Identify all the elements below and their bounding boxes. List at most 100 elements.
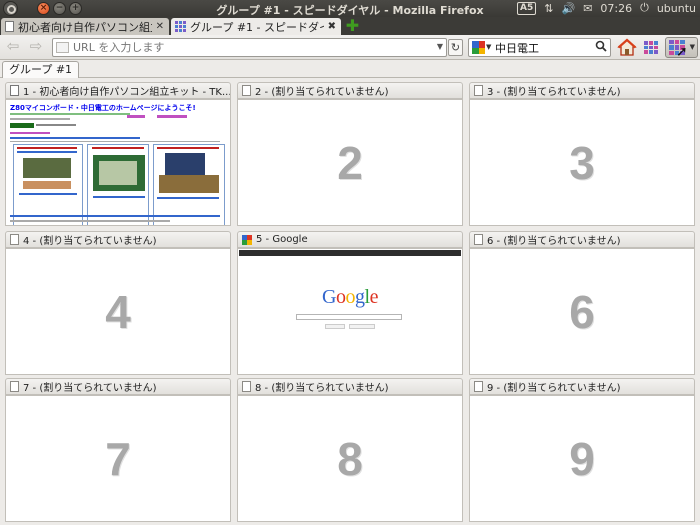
site-identity-icon[interactable] <box>56 42 69 53</box>
google-logo-letter: o <box>345 286 356 308</box>
page-icon <box>10 234 19 245</box>
window-close-button[interactable]: × <box>37 2 50 15</box>
dial-cell-number: 6 <box>569 285 595 338</box>
page-icon <box>242 85 251 96</box>
search-input[interactable] <box>495 40 595 55</box>
thumb-photo <box>23 158 71 178</box>
search-engine-icon[interactable] <box>472 41 485 54</box>
dial-cell-thumbnail[interactable]: 8 <box>237 395 463 522</box>
google-logo-letter: g <box>355 286 365 308</box>
thumb-photo <box>165 153 205 175</box>
tab-close-icon[interactable]: ✕ <box>156 21 164 32</box>
network-icon[interactable]: ⇅ <box>544 2 553 15</box>
back-button[interactable]: ⇦ <box>4 38 22 56</box>
forward-button[interactable]: ⇨ <box>27 38 45 56</box>
dial-cell-7[interactable]: 7 - (割り当てられていません) 7 <box>5 378 231 524</box>
user-name[interactable]: ubuntu <box>657 2 696 15</box>
dial-cell-thumbnail[interactable]: 6 <box>469 248 695 375</box>
mail-icon[interactable]: ✉ <box>583 2 592 15</box>
tab-kit-page[interactable]: 初心者向け自作パソコン組立キ ✕ <box>1 18 169 35</box>
dial-cell-8[interactable]: 8 - (割り当てられていません) 8 <box>237 378 463 524</box>
volume-icon[interactable]: 🔊 <box>561 2 575 15</box>
dial-cell-number: 7 <box>105 432 131 485</box>
dial-cell-title: 1 - 初心者向け自作パソコン組立キット - TK... <box>23 87 231 98</box>
dial-cell-number: 2 <box>337 136 363 189</box>
search-engine-dropdown-icon[interactable]: ▼ <box>486 43 491 51</box>
search-bar[interactable]: ▼ <box>468 38 611 57</box>
title-bar: × − + グループ #1 - スピードダイヤル - Mozilla Firef… <box>0 0 700 17</box>
url-input[interactable] <box>73 40 428 55</box>
home-icon[interactable] <box>617 38 637 57</box>
tab-close-icon[interactable]: ✖ <box>328 21 336 32</box>
window-maximize-button[interactable]: + <box>69 2 82 15</box>
page-icon <box>474 381 483 392</box>
site-thumbnail-heading: Z80マイコンボード・中日電工のホームページにようこそ! <box>10 104 196 112</box>
thumb-line <box>10 118 70 120</box>
dial-cell-title: 5 - Google <box>256 234 308 245</box>
dial-cell-title: 2 - (割り当てられていません) <box>255 87 389 98</box>
thumb-line <box>157 115 187 118</box>
speed-dial-toolbar-icon[interactable] <box>642 39 660 56</box>
google-logo-letter: e <box>369 286 379 308</box>
speed-dial-icon <box>175 21 186 32</box>
group-tab-1[interactable]: グループ #1 <box>2 61 80 78</box>
tab-label: グループ #1 - スピードダイヤル <box>190 20 324 34</box>
dial-cell-1[interactable]: 1 - 初心者向け自作パソコン組立キット - TK... Z80マイコンボード・… <box>5 82 231 228</box>
page-icon <box>474 234 483 245</box>
thumb-line <box>157 147 219 149</box>
dial-cell-6[interactable]: 6 - (割り当てられていません) 6 <box>469 231 695 377</box>
mouse-pointer-icon: ➚ <box>676 44 688 60</box>
dial-cell-header: 5 - Google <box>237 231 463 248</box>
dial-cell-thumbnail[interactable]: 2 <box>237 99 463 226</box>
chevron-down-icon[interactable]: ▼ <box>690 43 695 51</box>
dial-cell-thumbnail[interactable]: 4 <box>5 248 231 375</box>
dial-cell-thumbnail[interactable]: Google <box>237 248 463 375</box>
dial-cell-header: 7 - (割り当てられていません) <box>5 378 231 395</box>
window-controls: × − + <box>37 2 82 15</box>
google-logo-letter: o <box>336 286 346 308</box>
thumb-line <box>10 113 130 115</box>
clock[interactable]: 07:26 <box>600 2 632 15</box>
thumb-line <box>92 147 144 149</box>
url-history-dropdown-icon[interactable]: ▼ <box>437 42 443 51</box>
thumb-line <box>17 147 77 149</box>
thumb-line <box>157 197 219 199</box>
dial-cell-thumbnail[interactable]: 3 <box>469 99 695 226</box>
dial-cell-5[interactable]: 5 - Google Google <box>237 231 463 377</box>
thumb-line <box>10 220 170 222</box>
ubuntu-logo-icon[interactable] <box>3 1 18 16</box>
dial-cell-thumbnail[interactable]: Z80マイコンボード・中日電工のホームページにようこそ! <box>5 99 231 226</box>
dial-cell-number: 4 <box>105 285 131 338</box>
input-method-indicator[interactable]: A5 <box>517 1 537 15</box>
dial-cell-title: 8 - (割り当てられていません) <box>255 383 389 394</box>
dial-cell-title: 3 - (割り当てられていません) <box>487 87 621 98</box>
thumb-line <box>36 124 76 126</box>
thumb-line <box>93 196 145 198</box>
reload-button[interactable]: ↻ <box>448 39 463 56</box>
page-icon <box>10 381 19 392</box>
dial-cell-4[interactable]: 4 - (割り当てられていません) 4 <box>5 231 231 377</box>
google-favicon-icon <box>242 234 252 245</box>
dial-cell-3[interactable]: 3 - (割り当てられていません) 3 <box>469 82 695 228</box>
dial-cell-thumbnail[interactable]: 7 <box>5 395 231 522</box>
thumb-line <box>10 215 220 217</box>
dial-cell-header: 8 - (割り当てられていません) <box>237 378 463 395</box>
dial-cell-number: 8 <box>337 432 363 485</box>
navigation-toolbar: ⇦ ⇨ ▼ ↻ ▼ ▼ <box>0 35 700 60</box>
dial-cell-thumbnail[interactable]: 9 <box>469 395 695 522</box>
window-minimize-button[interactable]: − <box>53 2 66 15</box>
tab-speed-dial[interactable]: グループ #1 - スピードダイヤル ✖ <box>171 18 341 35</box>
thumb-photo <box>99 161 137 185</box>
new-tab-button[interactable]: ✚ <box>344 18 361 34</box>
search-icon[interactable] <box>595 40 607 55</box>
speed-dial-grid: 1 - 初心者向け自作パソコン組立キット - TK... Z80マイコンボード・… <box>0 78 700 525</box>
power-icon[interactable]: ⏻ <box>640 1 649 15</box>
dial-cell-2[interactable]: 2 - (割り当てられていません) 2 <box>237 82 463 228</box>
thumb-photo <box>159 175 219 193</box>
dial-cell-9[interactable]: 9 - (割り当てられていません) 9 <box>469 378 695 524</box>
thumb-line <box>19 193 77 195</box>
dial-cell-number: 9 <box>569 432 595 485</box>
url-bar[interactable]: ▼ <box>52 38 447 57</box>
google-thumbnail: Google <box>239 250 461 374</box>
system-tray: A5 ⇅ 🔊 ✉ 07:26 ⏻ ubuntu <box>517 1 696 15</box>
